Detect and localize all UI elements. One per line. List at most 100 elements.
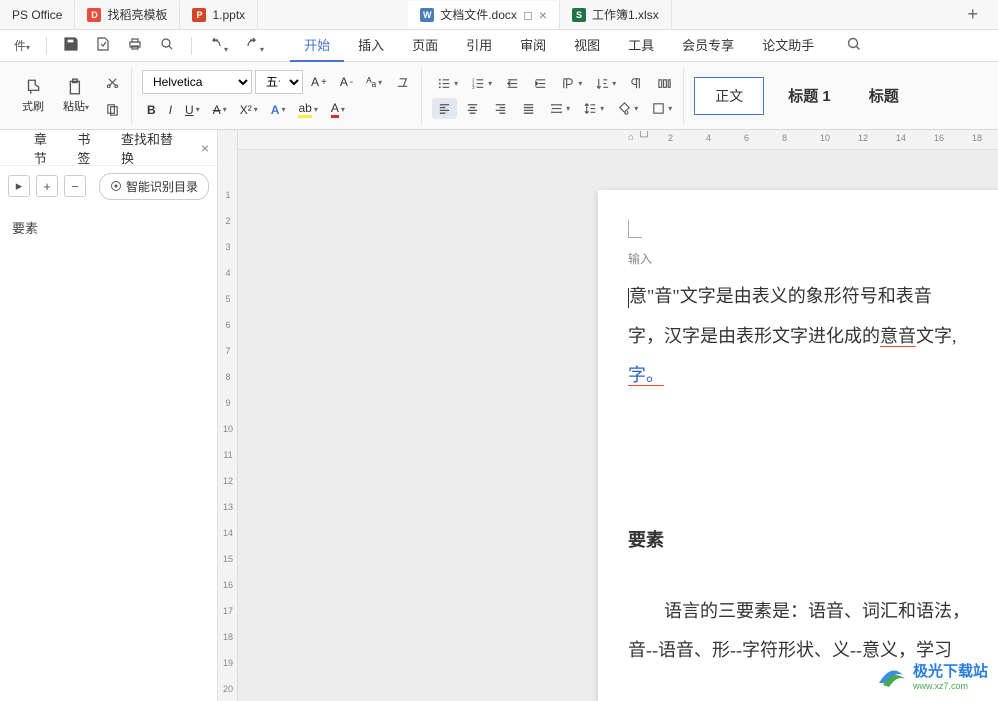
copy-button[interactable] [100, 99, 125, 120]
show-marks-button[interactable] [624, 73, 649, 94]
tab-doc[interactable]: W 文档文件.docx ◻ × [408, 1, 560, 29]
menu-tab-review[interactable]: 审阅 [506, 29, 560, 62]
font-color-button[interactable]: A▾ [326, 98, 350, 121]
tab-office[interactable]: PS Office [0, 1, 75, 29]
ribbon-toolbar: 式刷 粘贴▾ Helvetica 五号 A+ A- ᴬₐ▾ B I U▾ A▾ [0, 62, 998, 130]
sort-button[interactable]: ▾ [590, 73, 621, 94]
excel-icon: S [572, 8, 586, 22]
outline-remove-button[interactable]: − [64, 175, 86, 197]
tab-label: 找稻亮模板 [107, 6, 167, 23]
doc-paragraph[interactable]: 意"音"文字是由表义的象形符号和表音 [628, 277, 998, 317]
tab-label: 工作簿1.xlsx [592, 6, 659, 23]
tab-ppt[interactable]: P 1.pptx [180, 1, 258, 29]
align-center-button[interactable] [460, 98, 485, 119]
decrease-indent-button[interactable] [500, 73, 525, 94]
menu-tab-tools[interactable]: 工具 [614, 29, 668, 62]
text-effect-button[interactable]: A▾ [266, 100, 291, 120]
format-painter-button[interactable]: 式刷 [14, 74, 52, 118]
navigation-panel: 章节 书签 查找和替换 × ▸ + − 智能识别目录 要素 [0, 130, 218, 701]
font-family-select[interactable]: Helvetica [142, 70, 252, 94]
doc-paragraph[interactable]: 字。 [628, 356, 998, 396]
increase-indent-button[interactable] [528, 73, 553, 94]
print-button[interactable] [121, 32, 149, 59]
aurora-icon [875, 659, 907, 691]
distribute-button[interactable]: ▾ [544, 98, 575, 119]
sidepanel-tab-findreplace[interactable]: 查找和替换 [119, 125, 187, 171]
bold-button[interactable]: B [142, 100, 161, 120]
page-corner-marker [628, 220, 642, 238]
svg-text:3: 3 [472, 85, 475, 90]
border-button[interactable]: ▾ [646, 98, 677, 119]
style-heading2[interactable]: 标题 [855, 77, 913, 114]
file-menu[interactable]: 件▾ [8, 33, 36, 58]
menu-tab-page[interactable]: 页面 [398, 29, 452, 62]
undo-button[interactable]: ▾ [202, 32, 234, 59]
doc-paragraph[interactable]: 字，汉字是由表形文字进化成的意音文字, [628, 317, 998, 357]
grow-font-button[interactable]: A+ [306, 72, 332, 92]
outline-expand-button[interactable]: ▸ [8, 175, 30, 197]
number-list-button[interactable]: 123▾ [466, 73, 497, 94]
menu-tab-start[interactable]: 开始 [290, 29, 344, 62]
style-heading1[interactable]: 标题 1 [774, 77, 845, 114]
outline-item[interactable]: 要素 [12, 218, 205, 237]
highlight-button[interactable]: ab▾ [293, 98, 322, 121]
superscript-button[interactable]: X²▾ [235, 100, 263, 120]
watermark-logo: 极光下载站 www.xz7.com [875, 659, 988, 691]
smart-toc-button[interactable]: 智能识别目录 [99, 173, 209, 200]
app-tabbar: PS Office D 找稻亮模板 P 1.pptx W 文档文件.docx ◻… [0, 0, 998, 30]
outline-add-button[interactable]: + [36, 175, 58, 197]
paragraph-group: ▾ 123▾ ▾ ▾ ▾ ▾ ▾ ▾ [426, 67, 684, 125]
strikethrough-button[interactable]: A▾ [208, 100, 232, 120]
clipboard-group: 式刷 粘贴▾ [8, 67, 132, 125]
ruler-tab-marker[interactable]: ⌂ └┘ [628, 132, 651, 143]
vertical-ruler: 123456789101112131415161718192021 [218, 130, 238, 701]
clear-format-button[interactable] [390, 72, 415, 93]
document-page[interactable]: 输入 意"音"文字是由表义的象形符号和表音 字，汉字是由表形文字进化成的意音文字… [598, 190, 998, 701]
sidepanel-tools: ▸ + − 智能识别目录 [0, 166, 217, 206]
menu-tab-assistant[interactable]: 论文助手 [748, 29, 828, 62]
horizontal-ruler: ⌂ └┘ 2468101214161820 [238, 130, 998, 150]
sidepanel-close-icon[interactable]: × [201, 140, 209, 156]
change-case-button[interactable]: ᴬₐ▾ [361, 72, 387, 92]
sidepanel-tab-bookmark[interactable]: 书签 [75, 125, 105, 171]
align-justify-button[interactable] [516, 98, 541, 119]
font-size-select[interactable]: 五号 [255, 70, 303, 94]
tab-templates[interactable]: D 找稻亮模板 [75, 1, 180, 29]
cut-button[interactable] [100, 72, 125, 93]
watermark-title: 极光下载站 [913, 660, 988, 681]
tab-window-icon[interactable]: ◻ [523, 8, 533, 22]
quick-actions: 件▾ ▾ ▾ [8, 32, 270, 59]
export-button[interactable] [89, 32, 117, 59]
preview-button[interactable] [153, 32, 181, 59]
line-spacing-button[interactable]: ▾ [578, 98, 609, 119]
document-scroll[interactable]: 输入 意"音"文字是由表义的象形符号和表音 字，汉字是由表形文字进化成的意音文字… [238, 150, 998, 701]
italic-button[interactable]: I [164, 100, 177, 120]
shrink-font-button[interactable]: A- [335, 72, 358, 92]
text-direction-button[interactable]: ▾ [556, 73, 587, 94]
tab-close-icon[interactable]: × [539, 7, 547, 23]
save-button[interactable] [57, 32, 85, 59]
paste-button[interactable]: 粘贴▾ [55, 74, 97, 118]
redo-button[interactable]: ▾ [238, 32, 270, 59]
menu-tab-insert[interactable]: 插入 [344, 29, 398, 62]
tab-label: PS Office [12, 8, 62, 22]
doc-heading[interactable]: 要素 [628, 526, 998, 552]
align-left-button[interactable] [432, 98, 457, 119]
menu-tab-view[interactable]: 视图 [560, 29, 614, 62]
search-button[interactable] [838, 32, 870, 59]
tab-label: 文档文件.docx [440, 6, 517, 23]
doc-paragraph[interactable]: 语言的三要素是：语音、词汇和语法， [628, 592, 998, 632]
shading-button[interactable]: ▾ [612, 98, 643, 119]
menu-tab-member[interactable]: 会员专享 [668, 29, 748, 62]
word-icon: W [420, 8, 434, 22]
tab-button[interactable] [652, 73, 677, 94]
new-tab-button[interactable]: + [967, 4, 978, 25]
style-body[interactable]: 正文 [694, 77, 764, 115]
underline-button[interactable]: U▾ [180, 100, 205, 120]
menu-tab-reference[interactable]: 引用 [452, 29, 506, 62]
tab-xlsx[interactable]: S 工作簿1.xlsx [560, 1, 672, 29]
sidepanel-tab-chapter[interactable]: 章节 [32, 125, 62, 171]
align-right-button[interactable] [488, 98, 513, 119]
bullet-list-button[interactable]: ▾ [432, 73, 463, 94]
template-icon: D [87, 8, 101, 22]
